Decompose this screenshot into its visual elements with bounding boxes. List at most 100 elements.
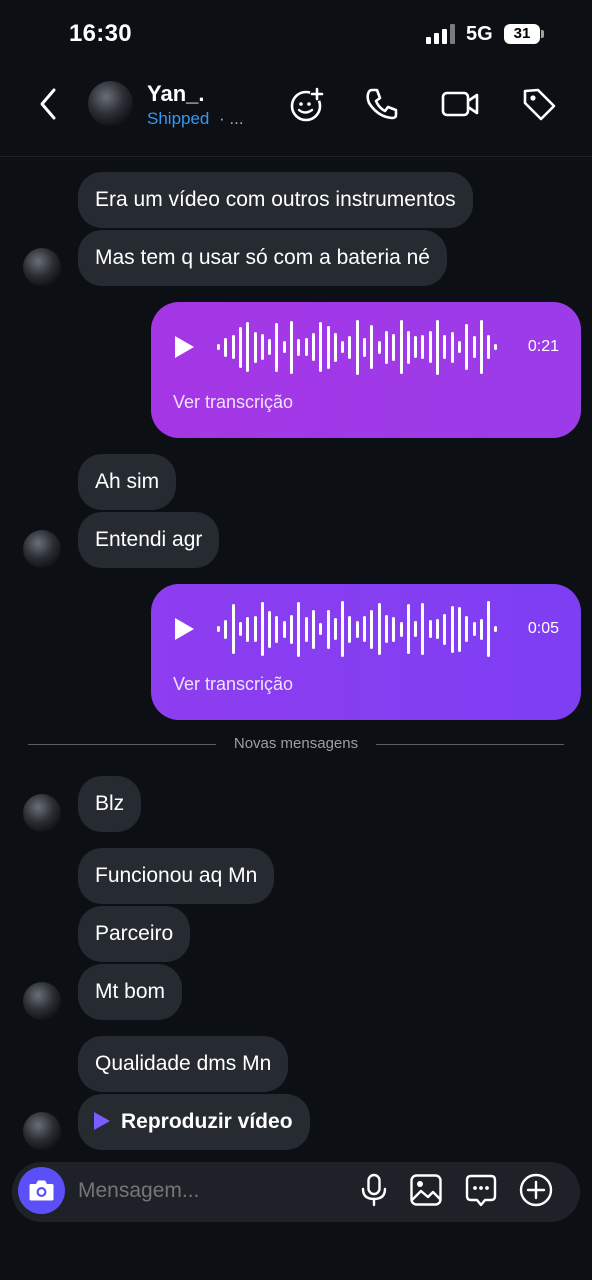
waveform-bar — [268, 610, 272, 648]
waveform-bar — [494, 626, 498, 632]
waveform-bar — [290, 320, 293, 374]
waveform-bar — [414, 336, 418, 358]
sticker-button[interactable] — [463, 1172, 499, 1208]
waveform-bar — [297, 338, 301, 356]
play-icon[interactable] — [175, 618, 194, 640]
call-button[interactable] — [362, 84, 402, 124]
voice-duration: 0:21 — [527, 338, 559, 355]
video-call-button[interactable] — [440, 84, 480, 124]
network-type: 5G — [466, 23, 493, 45]
divider-line — [376, 744, 564, 745]
waveform-bar — [399, 621, 403, 637]
waveform — [217, 316, 507, 378]
sticker-add-icon — [290, 87, 324, 122]
status-time: 16:30 — [69, 20, 132, 47]
waveform-bar — [377, 340, 381, 354]
voice-record-button[interactable] — [356, 1172, 392, 1208]
contact-name[interactable]: Yan_. — [147, 81, 204, 107]
voice-duration: 0:05 — [527, 620, 559, 637]
camera-icon — [29, 1180, 54, 1201]
cellular-signal-icon — [426, 24, 456, 44]
waveform-bar — [253, 331, 257, 363]
plus-icon — [519, 1173, 553, 1207]
message-bubble[interactable]: Funcionou aq Mn — [78, 848, 275, 904]
waveform-bar — [370, 609, 374, 649]
message-bubble[interactable]: Blz — [78, 776, 142, 832]
waveform-bar — [443, 335, 447, 359]
waveform-bar — [479, 618, 483, 640]
waveform-bar — [457, 606, 461, 652]
sender-avatar[interactable] — [23, 530, 61, 568]
message-bubble[interactable]: Era um vídeo com outros instrumentos — [78, 172, 473, 228]
waveform-bar — [297, 601, 301, 657]
view-transcript-link[interactable]: Ver transcrição — [173, 674, 293, 695]
waveform-bar — [428, 331, 432, 363]
waveform-bar — [377, 603, 381, 655]
voice-message[interactable]: 0:05 Ver transcrição — [151, 584, 581, 720]
waveform-bar — [282, 341, 286, 353]
message-input[interactable] — [78, 1179, 338, 1203]
waveform-bar — [231, 604, 235, 654]
waveform-bar — [319, 322, 323, 372]
waveform-bar — [275, 615, 279, 643]
waveform-bar — [253, 616, 257, 642]
contact-status: Shipped — [147, 109, 210, 128]
waveform-bar — [311, 609, 315, 649]
waveform-bar — [238, 326, 242, 368]
header-divider — [0, 156, 592, 157]
waveform-bar — [311, 333, 315, 361]
camera-button[interactable] — [18, 1167, 65, 1214]
waveform-bar — [465, 324, 469, 370]
message-bubble[interactable]: Qualidade dms Mn — [78, 1036, 289, 1092]
waveform-bar — [290, 614, 293, 644]
back-button[interactable] — [32, 84, 68, 124]
waveform-bar — [370, 325, 374, 369]
waveform-bar — [450, 331, 454, 363]
waveform-bar — [472, 336, 476, 358]
waveform-bar — [224, 619, 228, 639]
contact-avatar[interactable] — [88, 81, 133, 126]
tag-icon — [523, 88, 556, 121]
sender-avatar[interactable] — [23, 248, 61, 286]
waveform-bar — [341, 601, 345, 657]
waveform-bar — [436, 319, 439, 375]
waveform-bar — [406, 604, 410, 654]
waveform-bar — [268, 339, 272, 355]
sticker-add-button[interactable] — [287, 84, 327, 124]
tag-button[interactable] — [519, 84, 559, 124]
message-bubble[interactable]: Parceiro — [78, 906, 191, 962]
message-bubble[interactable]: Mas tem q usar só com a bateria né — [78, 230, 447, 286]
waveform-bar — [487, 601, 491, 657]
waveform-bar — [319, 623, 323, 635]
waveform-bar — [217, 626, 220, 632]
waveform-bar — [392, 333, 396, 361]
waveform-bar — [406, 330, 410, 364]
message-bubble[interactable]: Entendi agr — [78, 512, 220, 568]
message-bubble[interactable]: Mt bom — [78, 964, 183, 1020]
more-options-button[interactable] — [518, 1172, 554, 1208]
waveform-bar — [428, 620, 432, 638]
play-video-label: Reproduzir vídeo — [121, 1110, 293, 1133]
waveform-bar — [363, 616, 366, 642]
sender-avatar[interactable] — [23, 982, 61, 1020]
waveform — [217, 598, 507, 660]
sender-avatar[interactable] — [23, 794, 61, 832]
waveform-bar — [333, 332, 337, 362]
message-bubble[interactable]: Ah sim — [78, 454, 177, 510]
waveform-bar — [260, 602, 264, 656]
video-camera-icon — [441, 91, 479, 117]
waveform-bar — [399, 320, 403, 374]
gallery-button[interactable] — [408, 1172, 444, 1208]
view-transcript-link[interactable]: Ver transcrição — [173, 392, 293, 413]
waveform-bar — [231, 335, 235, 359]
waveform-bar — [282, 620, 286, 638]
sender-avatar[interactable] — [23, 1112, 61, 1150]
play-icon[interactable] — [175, 336, 194, 358]
waveform-bar — [472, 622, 476, 636]
waveform-bar — [260, 334, 264, 360]
play-video-button[interactable]: Reproduzir vídeo — [78, 1094, 310, 1150]
contact-status-more: · ... — [219, 109, 244, 128]
voice-message[interactable]: 0:21 Ver transcrição — [151, 302, 581, 438]
waveform-bar — [421, 335, 425, 359]
waveform-bar — [246, 616, 250, 642]
